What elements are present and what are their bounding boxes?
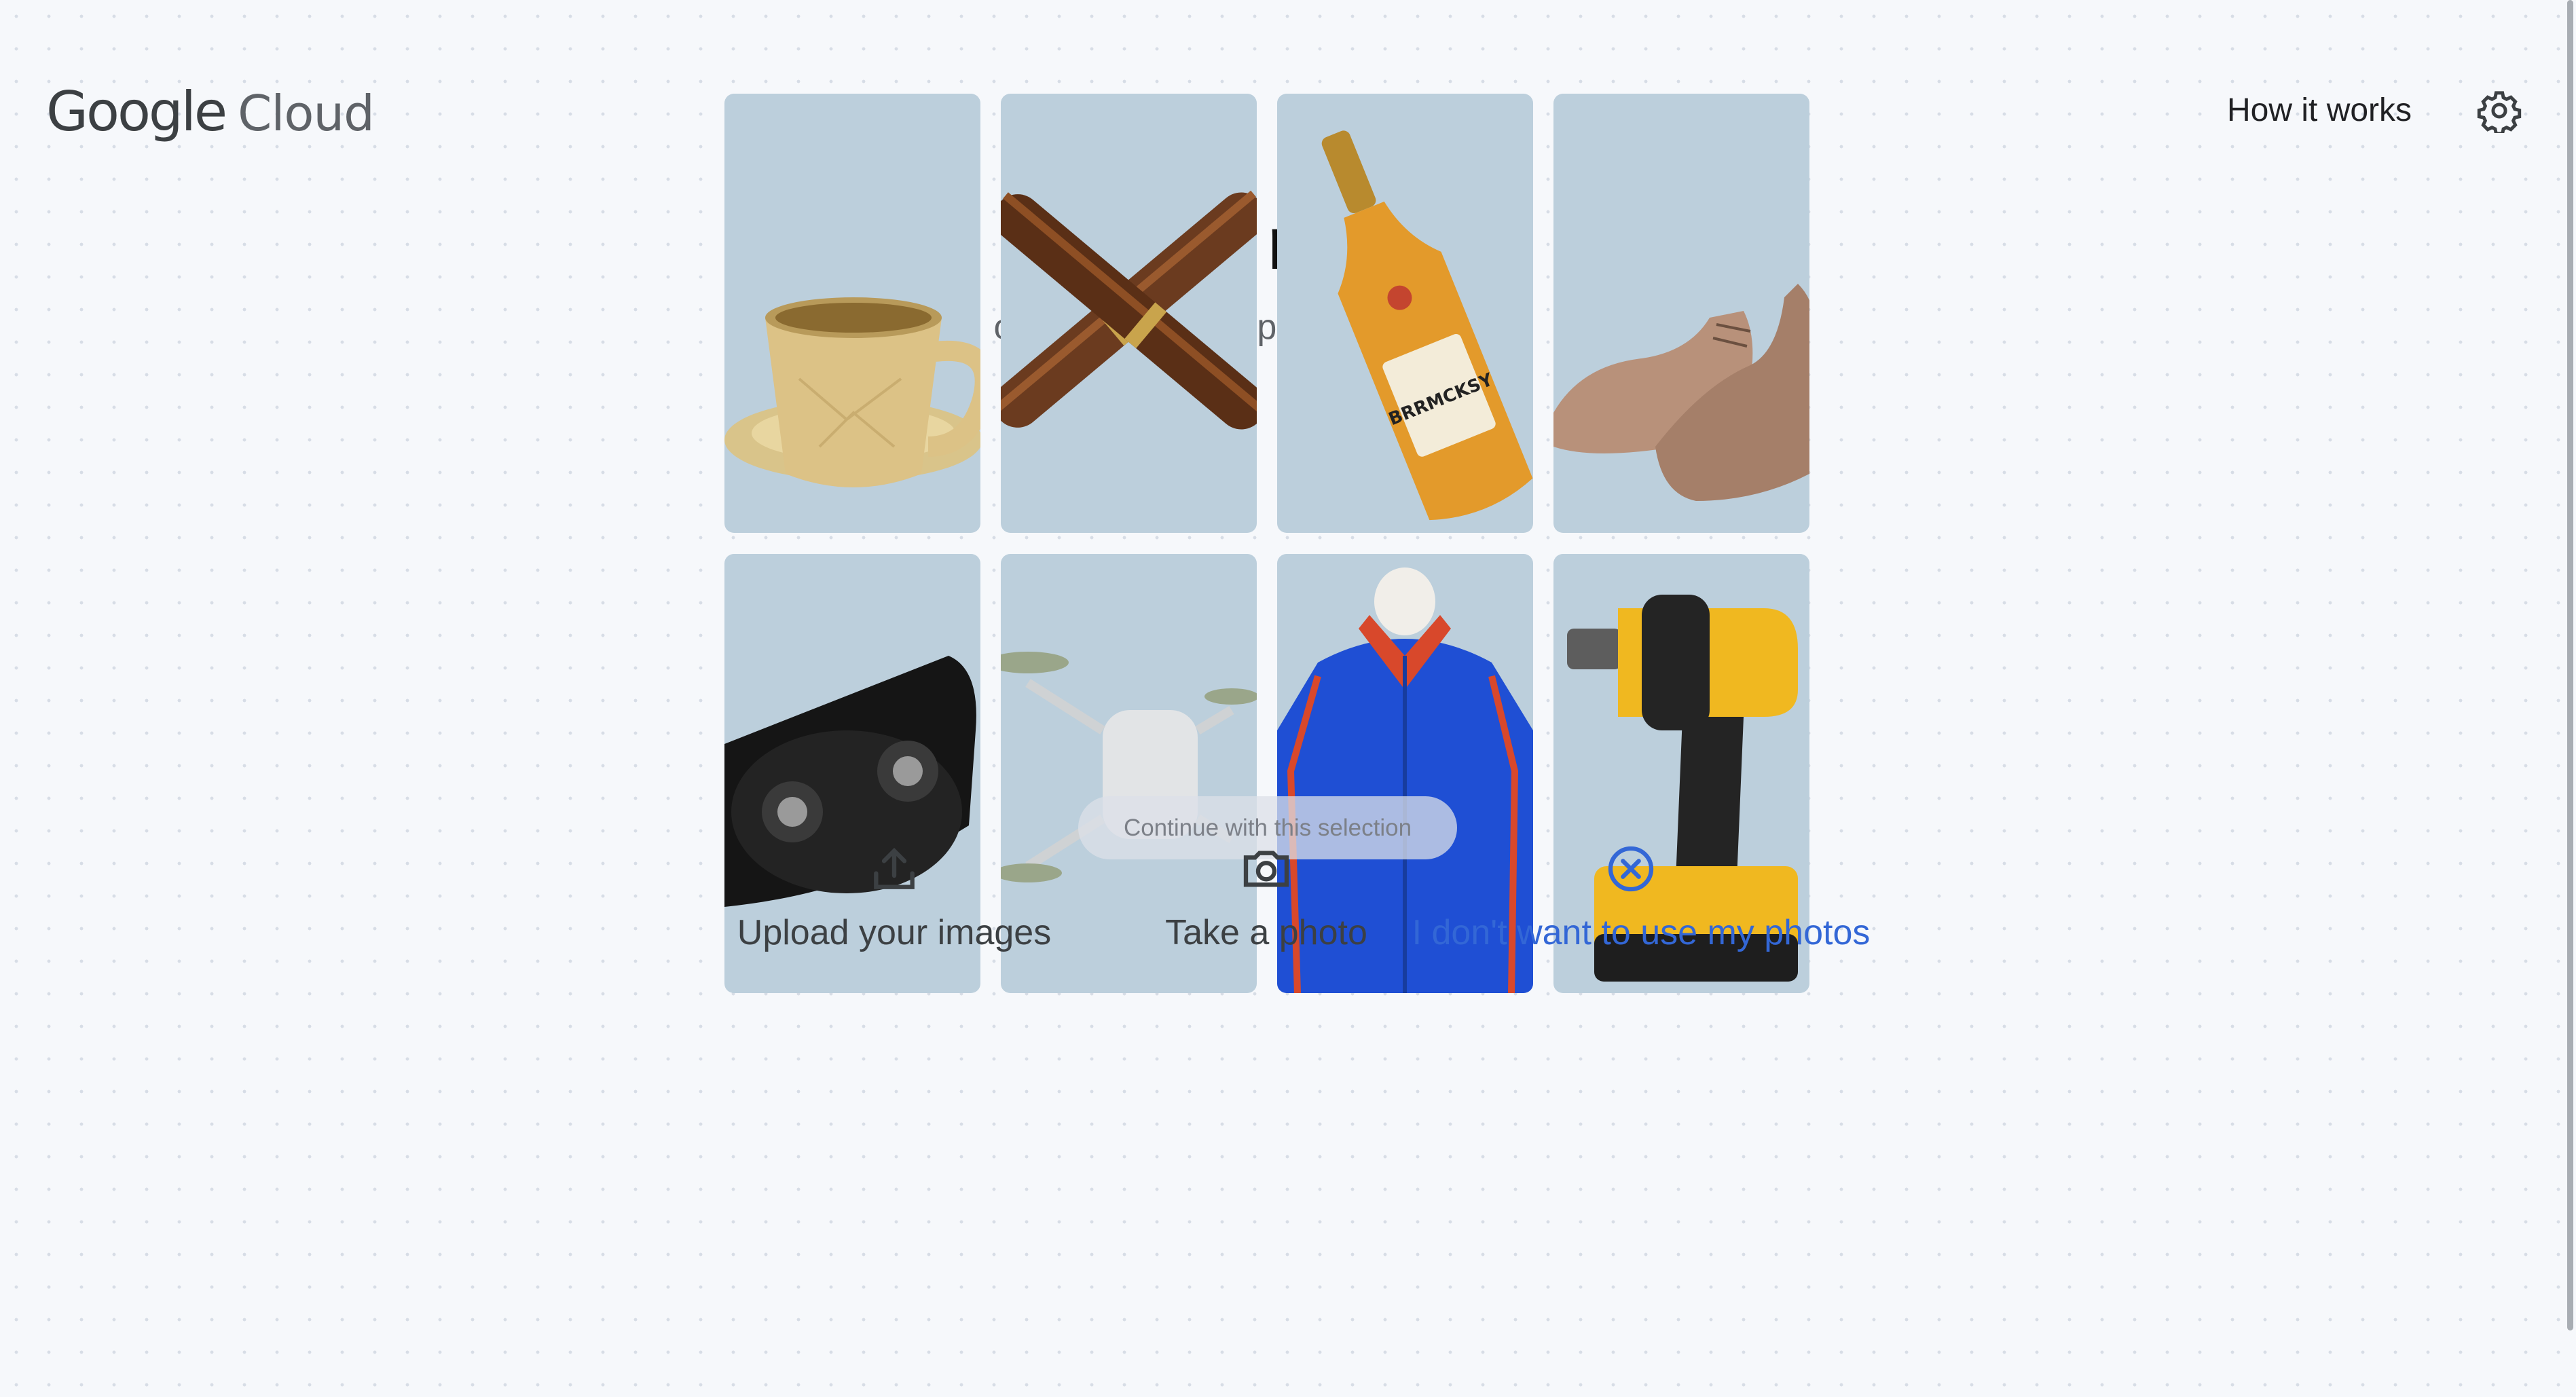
logo-cloud-text: Cloud	[238, 85, 375, 142]
product-tile-bottle[interactable]: BRRMCKSY	[1277, 94, 1533, 533]
take-photo-option[interactable]: Take a photo	[1130, 842, 1402, 964]
shoe-icon	[1553, 284, 1809, 501]
pen-icon	[1001, 190, 1257, 430]
product-tile-fountain-pens[interactable]	[1001, 94, 1257, 533]
no-photos-option[interactable]: I don't want to use my photos	[1400, 842, 1882, 964]
logo-google-text: Google	[46, 80, 227, 143]
upload-icon	[874, 847, 915, 889]
how-it-works-link[interactable]: How it works	[2227, 92, 2412, 129]
upload-images-option[interactable]: Upload your images	[731, 842, 1057, 964]
bottle-icon: BRRMCKSY	[1321, 130, 1533, 521]
camera-icon	[1243, 851, 1289, 887]
gear-icon[interactable]	[2477, 88, 2522, 136]
product-tile-coffee-cup[interactable]	[724, 94, 980, 533]
vertical-scrollbar[interactable]	[2564, 0, 2576, 1330]
cup-icon	[724, 297, 980, 487]
upload-images-label: Upload your images	[737, 913, 1052, 952]
subline-fragment: p	[1257, 308, 1278, 347]
close-circle-icon	[1608, 846, 1654, 892]
take-photo-label: Take a photo	[1165, 913, 1367, 952]
scrollbar-thumb[interactable]	[2567, 0, 2573, 1330]
google-cloud-logo: Google Cloud	[46, 80, 375, 148]
no-photos-label: I don't want to use my photos	[1412, 913, 1871, 952]
product-tile-dress-shoes[interactable]	[1553, 94, 1809, 533]
